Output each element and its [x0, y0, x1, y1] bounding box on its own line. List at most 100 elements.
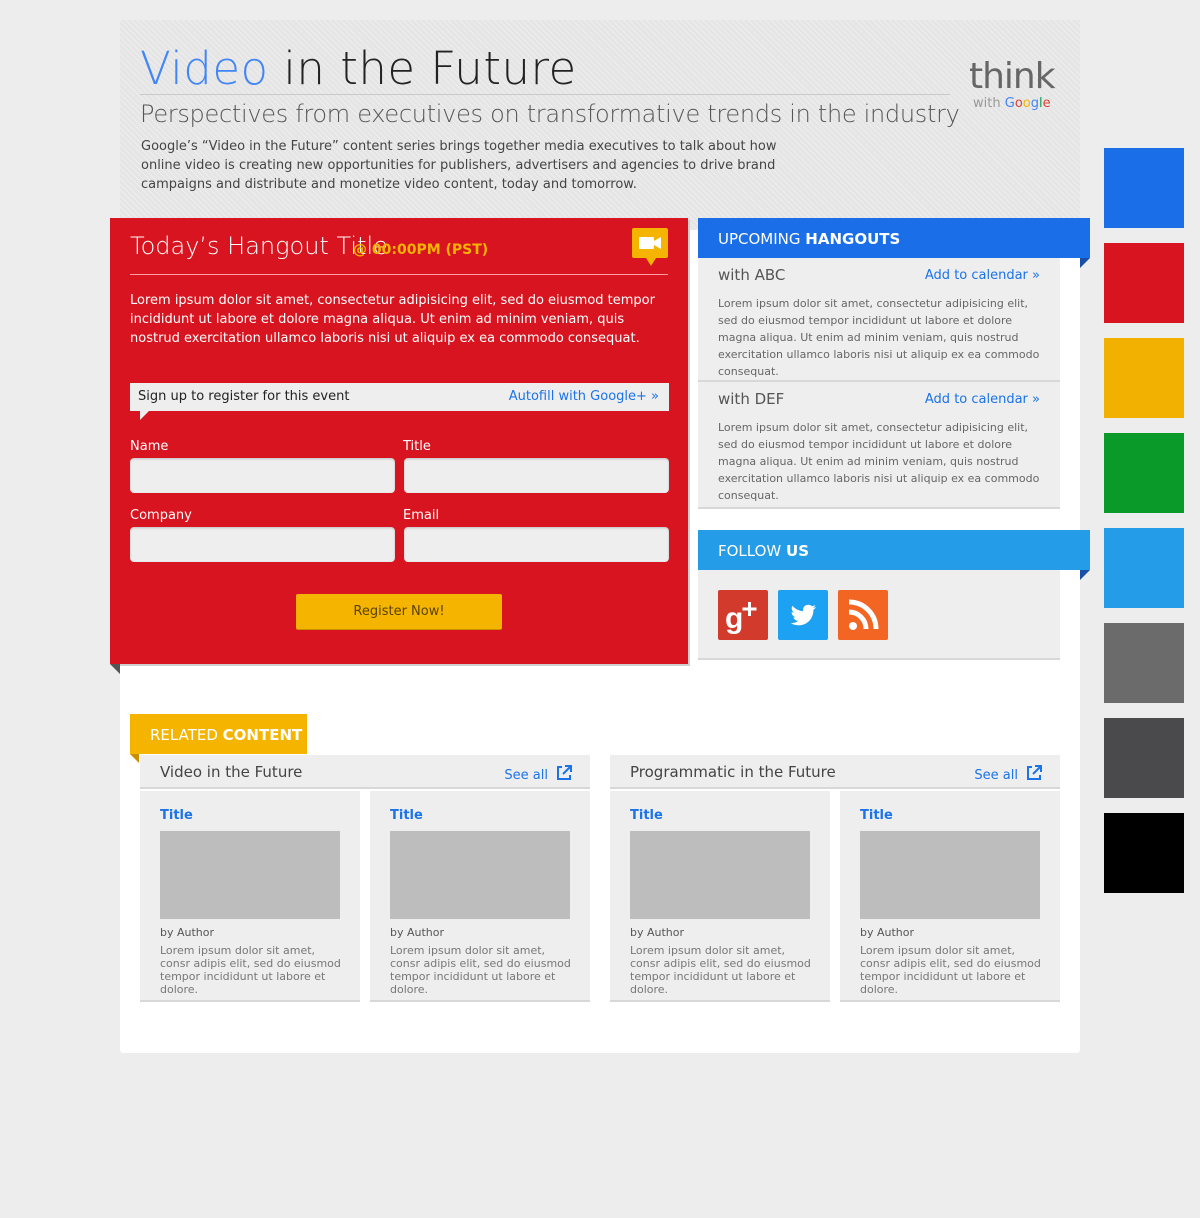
ribbon-fold [110, 664, 120, 674]
page-title-accent: Video [140, 42, 269, 95]
color-swatch [1104, 148, 1184, 228]
content-card[interactable]: Title by Author Lorem ipsum dolor sit am… [370, 791, 590, 1002]
color-swatch [1104, 528, 1184, 608]
related-group-header: Video in the Future See all [140, 755, 590, 789]
hangout-with-label: with DEF [718, 390, 785, 408]
page-title: Video in the Future [140, 42, 577, 95]
card-thumbnail[interactable] [860, 831, 1040, 919]
video-camera-icon[interactable] [632, 228, 668, 266]
related-heading-light: RELATED [150, 726, 218, 744]
see-all-label: See all [504, 767, 548, 783]
color-swatch [1104, 813, 1184, 893]
related-group-title: Programmatic in the Future [630, 763, 836, 781]
related-group-programmatic: Programmatic in the Future See all Title… [610, 755, 1060, 1003]
card-title[interactable]: Title [390, 808, 423, 823]
list-item: with DEF Add to calendar » Lorem ipsum d… [698, 382, 1060, 506]
hero-header: Video in the Future Perspectives from ex… [120, 20, 1080, 230]
related-group-title: Video in the Future [160, 763, 303, 781]
name-field[interactable] [130, 458, 395, 493]
todays-hangout-card: Today’s Hangout Title @ 00:00PM (PST) Lo… [110, 218, 688, 664]
upcoming-heading-bold: HANGOUTS [805, 230, 901, 248]
color-swatch [1104, 623, 1184, 703]
card-thumbnail[interactable] [390, 831, 570, 919]
page-subtitle: Perspectives from executives on transfor… [140, 100, 960, 128]
related-content-tab: RELATED CONTENT [130, 714, 307, 754]
list-item: with ABC Add to calendar » Lorem ipsum d… [698, 258, 1060, 382]
think-with-google-logo[interactable]: think with Google [969, 56, 1061, 116]
hangout-title: Today’s Hangout Title [130, 232, 388, 260]
follow-us-header: FOLLOW US [698, 530, 1090, 570]
register-now-button[interactable]: Register Now! [296, 594, 502, 629]
company-label: Company [130, 508, 192, 523]
svg-text:g: g [725, 602, 743, 635]
company-field[interactable] [130, 527, 395, 562]
name-label: Name [130, 439, 169, 454]
signup-label: Sign up to register for this event [138, 389, 350, 404]
see-all-link[interactable]: See all [504, 765, 572, 785]
external-link-icon [1026, 765, 1042, 785]
logo-google-letter: o [1022, 96, 1031, 111]
related-group-video: Video in the Future See all Title by Aut… [140, 755, 590, 1003]
card-title[interactable]: Title [860, 808, 893, 823]
card-description: Lorem ipsum dolor sit amet, consr adipis… [860, 944, 1041, 996]
logo-google-letter: G [1004, 96, 1015, 111]
color-swatch [1104, 718, 1184, 798]
email-label: Email [403, 508, 440, 523]
logo-google-letter: e [1042, 96, 1051, 111]
see-all-label: See all [974, 767, 1018, 783]
rss-icon[interactable] [838, 590, 888, 640]
color-swatch [1104, 243, 1184, 323]
card-author: by Author [390, 926, 445, 939]
related-heading-bold: CONTENT [222, 726, 303, 744]
color-swatch [1104, 433, 1184, 513]
upcoming-hangouts-list: with ABC Add to calendar » Lorem ipsum d… [698, 258, 1060, 509]
ribbon-fold [130, 754, 139, 763]
content-card[interactable]: Title by Author Lorem ipsum dolor sit am… [610, 791, 830, 1002]
hangout-with-label: with ABC [718, 266, 786, 284]
related-group-header: Programmatic in the Future See all [610, 755, 1060, 789]
upcoming-heading-light: UPCOMING [718, 230, 801, 248]
hangout-description: Lorem ipsum dolor sit amet, consectetur … [130, 293, 655, 346]
card-title[interactable]: Title [630, 808, 663, 823]
page-title-rest: in the Future [283, 42, 577, 95]
hangout-divider [130, 274, 668, 275]
hangout-item-description: Lorem ipsum dolor sit amet, consectetur … [718, 297, 1040, 378]
autofill-google-plus-link[interactable]: Autofill with Google+ » [509, 389, 659, 404]
logo-think-text: think [969, 56, 1056, 97]
logo-google-letter: o [1014, 96, 1023, 111]
card-thumbnail[interactable] [630, 831, 810, 919]
content-card[interactable]: Title by Author Lorem ipsum dolor sit am… [140, 791, 360, 1002]
follow-heading-bold: US [786, 542, 810, 560]
card-description: Lorem ipsum dolor sit amet, consr adipis… [160, 944, 341, 996]
card-description: Lorem ipsum dolor sit amet, consr adipis… [630, 944, 811, 996]
follow-us-panel: g [698, 570, 1060, 660]
card-description: Lorem ipsum dolor sit amet, consr adipis… [390, 944, 571, 996]
title-label: Title [403, 439, 431, 454]
email-field[interactable] [404, 527, 669, 562]
logo-with-word: with [973, 96, 1001, 111]
logo-google-letter: g [1030, 96, 1040, 111]
card-author: by Author [160, 926, 215, 939]
google-plus-icon[interactable]: g [718, 590, 768, 640]
follow-heading-light: FOLLOW [718, 542, 782, 560]
add-to-calendar-link[interactable]: Add to calendar » [925, 392, 1040, 407]
content-card[interactable]: Title by Author Lorem ipsum dolor sit am… [840, 791, 1060, 1002]
card-author: by Author [630, 926, 685, 939]
hangout-item-description: Lorem ipsum dolor sit amet, consectetur … [718, 421, 1040, 502]
logo-with-google-text: with Google [973, 96, 1051, 111]
card-thumbnail[interactable] [160, 831, 340, 919]
card-author: by Author [860, 926, 915, 939]
upcoming-hangouts-header: UPCOMING HANGOUTS [698, 218, 1090, 258]
ribbon-fold [1080, 570, 1090, 580]
color-swatch [1104, 338, 1184, 418]
signup-bar: Sign up to register for this event Autof… [130, 383, 669, 420]
see-all-link[interactable]: See all [974, 765, 1042, 785]
title-divider [140, 94, 950, 95]
card-title[interactable]: Title [160, 808, 193, 823]
title-field[interactable] [404, 458, 669, 493]
intro-text: Google’s “Video in the Future” content s… [141, 139, 777, 192]
hangout-time: @ 00:00PM (PST) [353, 242, 489, 258]
twitter-icon[interactable] [778, 590, 828, 640]
add-to-calendar-link[interactable]: Add to calendar » [925, 268, 1040, 283]
external-link-icon [556, 765, 572, 785]
